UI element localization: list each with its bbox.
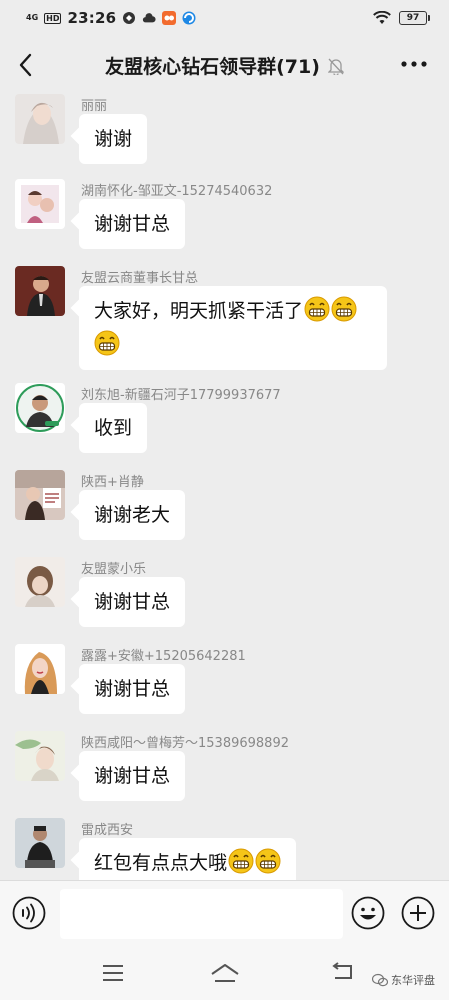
message-bubble[interactable]: 谢谢甘总 — [79, 199, 186, 249]
message-text: 谢谢甘总 — [94, 765, 171, 787]
home-icon[interactable] — [210, 962, 240, 984]
avatar[interactable] — [15, 266, 65, 316]
avatar[interactable] — [15, 94, 65, 144]
message-text: 谢谢 — [94, 128, 133, 150]
wifi-icon — [373, 11, 391, 24]
message-input-bar — [0, 880, 449, 946]
grin-emoji-icon — [94, 330, 120, 356]
more-options-icon[interactable] — [401, 56, 427, 72]
grin-emoji-icon — [255, 848, 281, 874]
sender-name: 刘东旭-新疆石河子17799937677 — [81, 388, 281, 403]
browser-icon — [182, 11, 196, 25]
grin-emoji-icon — [228, 848, 254, 874]
group-title: 友盟核心钻石领导群(71) — [105, 56, 320, 78]
message-text: 谢谢老大 — [94, 504, 171, 526]
message-bubble[interactable]: 大家好，明天抓紧干活了 — [79, 286, 387, 370]
voice-input-icon[interactable] — [12, 896, 46, 930]
sender-name: 丽丽 — [81, 99, 108, 114]
message-bubble[interactable]: 谢谢甘总 — [79, 577, 186, 627]
wechat-logo-icon — [372, 973, 388, 987]
sender-name: 陕西咸阳～曾梅芳～15389698892 — [81, 736, 289, 751]
sender-name: 露露+安徽+15205642281 — [81, 649, 246, 664]
watermark-text: 东华评盘 — [391, 974, 435, 987]
message-bubble[interactable]: 谢谢 — [79, 114, 148, 164]
add-attachment-icon[interactable] — [401, 896, 435, 930]
message-bubble[interactable]: 谢谢甘总 — [79, 664, 186, 714]
avatar[interactable] — [15, 383, 65, 433]
notification-app-icon — [123, 12, 136, 24]
message-bubble[interactable]: 收到 — [79, 403, 148, 453]
cloud-icon — [143, 13, 156, 23]
sender-name: 雷成西安 — [81, 823, 134, 838]
message-bubble[interactable]: 红包有点点大哦 — [79, 838, 297, 880]
message-text: 红包有点点大哦 — [94, 852, 228, 874]
message-text: 大家好，明天抓紧干活了 — [94, 300, 304, 322]
sender-name: 友盟云商董事长甘总 — [81, 271, 199, 286]
recent-apps-icon[interactable] — [102, 964, 124, 982]
message-text: 收到 — [94, 417, 133, 439]
system-navigation-bar: 东华评盘 — [0, 946, 449, 1000]
network-indicator: 4G — [26, 13, 39, 22]
sender-name: 陕西+肖静 — [81, 475, 144, 490]
chat-header: 友盟核心钻石领导群(71) — [0, 36, 449, 94]
message-list[interactable]: 丽丽 谢谢 湖南怀化-邹亚文-15274540632 谢谢甘总 友盟云商董事长甘… — [0, 94, 449, 880]
mute-bell-icon — [327, 58, 344, 75]
grin-emoji-icon — [331, 296, 357, 322]
sender-name: 湖南怀化-邹亚文-15274540632 — [81, 184, 273, 199]
grin-emoji-icon — [304, 296, 330, 322]
hd-indicator: HD — [44, 12, 62, 24]
avatar[interactable] — [15, 179, 65, 229]
watermark: 东华评盘 — [372, 972, 435, 988]
message-bubble[interactable]: 谢谢甘总 — [79, 751, 186, 801]
app-badge-icon — [162, 11, 177, 25]
battery-indicator: 97 — [399, 11, 430, 25]
avatar[interactable] — [15, 470, 65, 520]
sender-name: 友盟蒙小乐 — [81, 562, 147, 577]
avatar[interactable] — [15, 644, 65, 694]
nav-back-icon[interactable] — [331, 962, 355, 982]
message-input[interactable] — [60, 889, 343, 939]
emoji-picker-icon[interactable] — [351, 896, 385, 930]
message-text: 谢谢甘总 — [94, 213, 171, 235]
avatar[interactable] — [15, 731, 65, 781]
avatar[interactable] — [15, 557, 65, 607]
clock: 23:26 — [67, 9, 117, 27]
message-text: 谢谢甘总 — [94, 591, 171, 613]
message-bubble[interactable]: 谢谢老大 — [79, 490, 186, 540]
message-text: 谢谢甘总 — [94, 678, 171, 700]
status-bar: 4G HD 23:26 97 — [0, 0, 449, 36]
avatar[interactable] — [15, 818, 65, 868]
